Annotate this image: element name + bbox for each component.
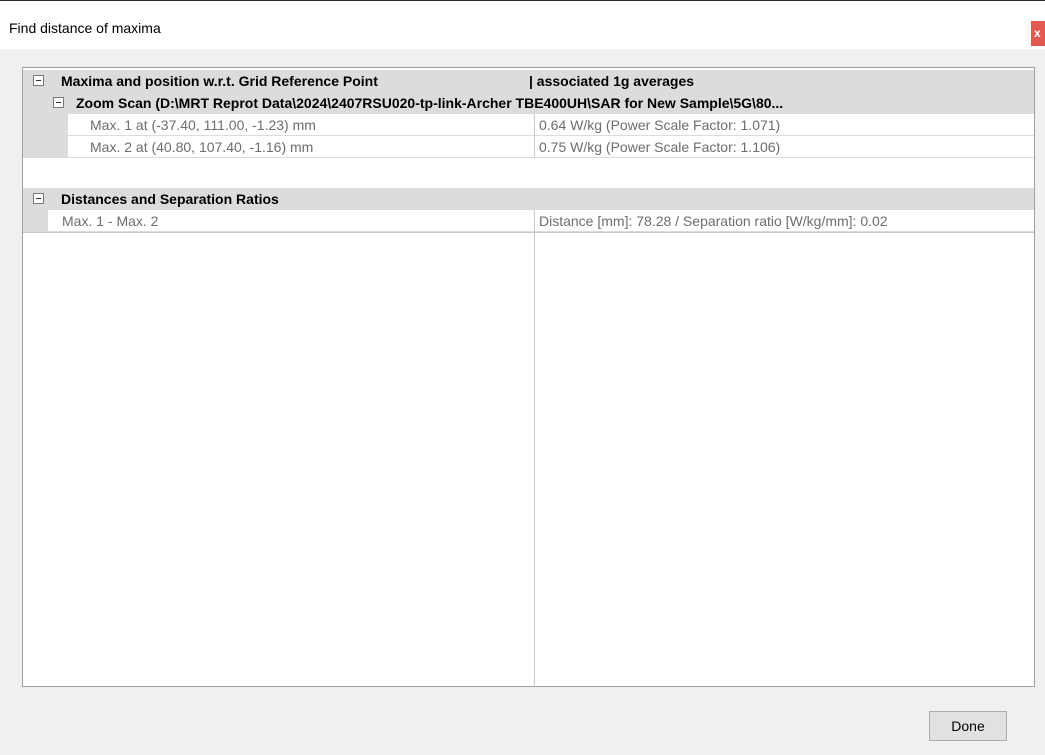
maxima-position: Max. 2 at (40.80, 107.40, -1.16) mm <box>90 139 314 155</box>
maxima-average: 0.75 W/kg (Power Scale Factor: 1.106) <box>539 139 781 155</box>
row-indent <box>23 136 68 157</box>
table-row[interactable]: Max. 2 at (40.80, 107.40, -1.16) mm 0.75… <box>23 136 1034 158</box>
tree-group-maxima[interactable]: Maxima and position w.r.t. Grid Referenc… <box>23 70 1034 92</box>
table-row[interactable]: Max. 1 - Max. 2 Distance [mm]: 78.28 / S… <box>23 210 1034 232</box>
maxima-position: Max. 1 at (-37.40, 111.00, -1.23) mm <box>90 117 316 133</box>
column-separator <box>534 114 535 158</box>
maxima-tree-view[interactable]: Maxima and position w.r.t. Grid Referenc… <box>22 67 1035 687</box>
title-bar: Find distance of maxima x <box>0 1 1045 49</box>
distance-pair: Max. 1 - Max. 2 <box>62 213 159 229</box>
maxima-header-column2: | associated 1g averages <box>529 73 695 89</box>
distances-header-label: Distances and Separation Ratios <box>61 191 279 207</box>
collapse-icon[interactable] <box>33 193 44 204</box>
distance-value: Distance [mm]: 78.28 / Separation ratio … <box>539 213 888 229</box>
tree-group-distances[interactable]: Distances and Separation Ratios <box>23 188 1034 210</box>
row-divider <box>23 232 1034 233</box>
column-separator[interactable] <box>534 210 535 686</box>
window-title: Find distance of maxima <box>9 20 161 36</box>
row-indent <box>23 210 48 231</box>
table-row[interactable]: Max. 1 at (-37.40, 111.00, -1.23) mm 0.6… <box>23 114 1034 136</box>
done-button[interactable]: Done <box>929 711 1007 741</box>
dialog-window: Find distance of maxima x Maxima and pos… <box>0 0 1045 755</box>
maxima-average: 0.64 W/kg (Power Scale Factor: 1.071) <box>539 117 781 133</box>
collapse-icon[interactable] <box>53 97 64 108</box>
tree-group-zoom-scan[interactable]: Zoom Scan (D:\MRT Reprot Data\2024\2407R… <box>23 92 1034 114</box>
maxima-header-label: Maxima and position w.r.t. Grid Referenc… <box>61 73 378 89</box>
collapse-icon[interactable] <box>33 75 44 86</box>
row-indent <box>23 114 68 135</box>
zoom-scan-label: Zoom Scan (D:\MRT Reprot Data\2024\2407R… <box>76 95 784 111</box>
close-button[interactable]: x <box>1031 21 1045 46</box>
